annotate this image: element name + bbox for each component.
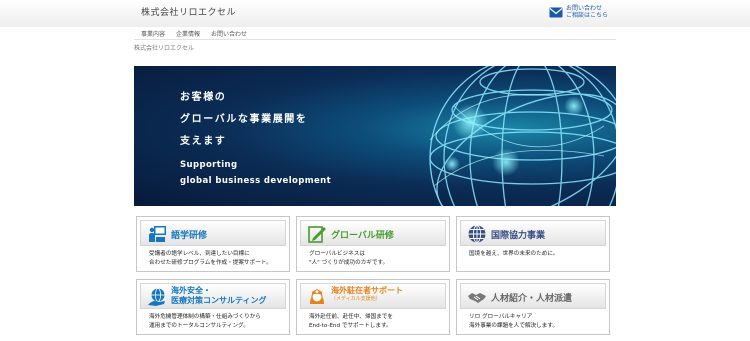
card-header: 海外駐在者サポート （メディカル支援他） [300,283,446,309]
card-expat-support[interactable]: 海外駐在者サポート （メディカル支援他） 海外赴任前、赴任中、帰国までを End-… [296,279,450,335]
hero-banner: お客様の グローバルな事業展開を 支えます Supporting global … [134,66,616,206]
nav-company[interactable]: 企業情報 [176,29,200,38]
site-header: 株式会社リロエクセル お問い合わせ ご相談はこちら [0,0,750,27]
hero-headline-2: グローバルな事業展開を [180,114,308,125]
card-subtitle: （メディカル支援他） [331,296,381,302]
card-title: 海外安全・ 医療対策コンサルティング [171,286,267,305]
card-description: グローバルビジネスは "人" づくりが成功のカギです。 [309,251,389,266]
handshake-icon [468,293,486,303]
card-title: グローバル研修 [331,231,394,241]
nav-business[interactable]: 事業内容 [141,29,165,38]
globe-hand-icon [148,288,165,306]
breadcrumb: 株式会社リロエクセル [134,45,195,52]
card-global-training[interactable]: グローバル研修 グローバルビジネスは "人" づくりが成功のカギです。 [296,216,450,272]
card-international-cooperation[interactable]: 国際協力事業 国境を越え、世界の未来のために。 [456,216,610,272]
card-header: 人材紹介・人材派遣 [460,283,606,309]
card-staffing[interactable]: 人材紹介・人材派遣 リロ グローバルキャリア 海外事業の課題を人で解決します。 [456,279,610,335]
teacher-icon [149,226,166,242]
site-title[interactable]: 株式会社リロエクセル [141,5,236,18]
card-description: 海外危機管理体制の構築・仕組みづくりから 運用までのトータルコンサルティング。 [149,314,261,329]
hero-headline-3: 支えます [180,136,227,147]
main-nav: 事業内容 企業情報 お問い合わせ [141,29,247,38]
card-header: 語学研修 [140,220,286,246]
card-description: 受講者の語学レベル、到達したい目標に 合わせた研修プログラムを作成・提案サポート。 [149,251,272,266]
card-title: 語学研修 [171,231,208,241]
contact-line-1: お問い合わせ [566,5,603,12]
mail-icon [549,7,563,17]
card-safety-medical-consulting[interactable]: 海外安全・ 医療対策コンサルティング 海外危機管理体制の構築・仕組みづくりから 運用… [136,279,290,335]
card-description: 海外赴任前、赴任中、帰国までを End-to-End でサポートします。 [309,314,393,329]
card-header: 国際協力事業 [460,220,606,246]
hero-headline-1: お客様の [180,92,227,103]
card-language-training[interactable]: 語学研修 受講者の語学レベル、到達したい目標に 合わせた研修プログラムを作成・提案… [136,216,290,272]
contact-link[interactable]: お問い合わせ ご相談はこちら [549,5,608,19]
globe-icon [468,225,486,243]
card-title: 国際協力事業 [491,231,546,241]
nav-contact[interactable]: お問い合わせ [211,29,247,38]
nurse-icon [310,289,324,304]
card-description: リロ グローバルキャリア 海外事業の課題を人で解決します。 [469,314,558,329]
hero-subline-1: Supporting [180,160,238,170]
contact-line-2: ご相談はこちら [566,12,609,19]
card-title: 人材紹介・人材派遣 [491,294,573,304]
pencil-icon [308,226,326,243]
card-title: 海外駐在者サポート （メディカル支援他） [331,286,449,302]
card-header: 海外安全・ 医療対策コンサルティング [140,283,286,309]
card-description: 国境を越え、世界の未来のために。 [469,251,559,257]
hero-subline-2: global business development [180,176,332,186]
nav-divider [134,39,616,40]
card-header: グローバル研修 [300,220,446,246]
